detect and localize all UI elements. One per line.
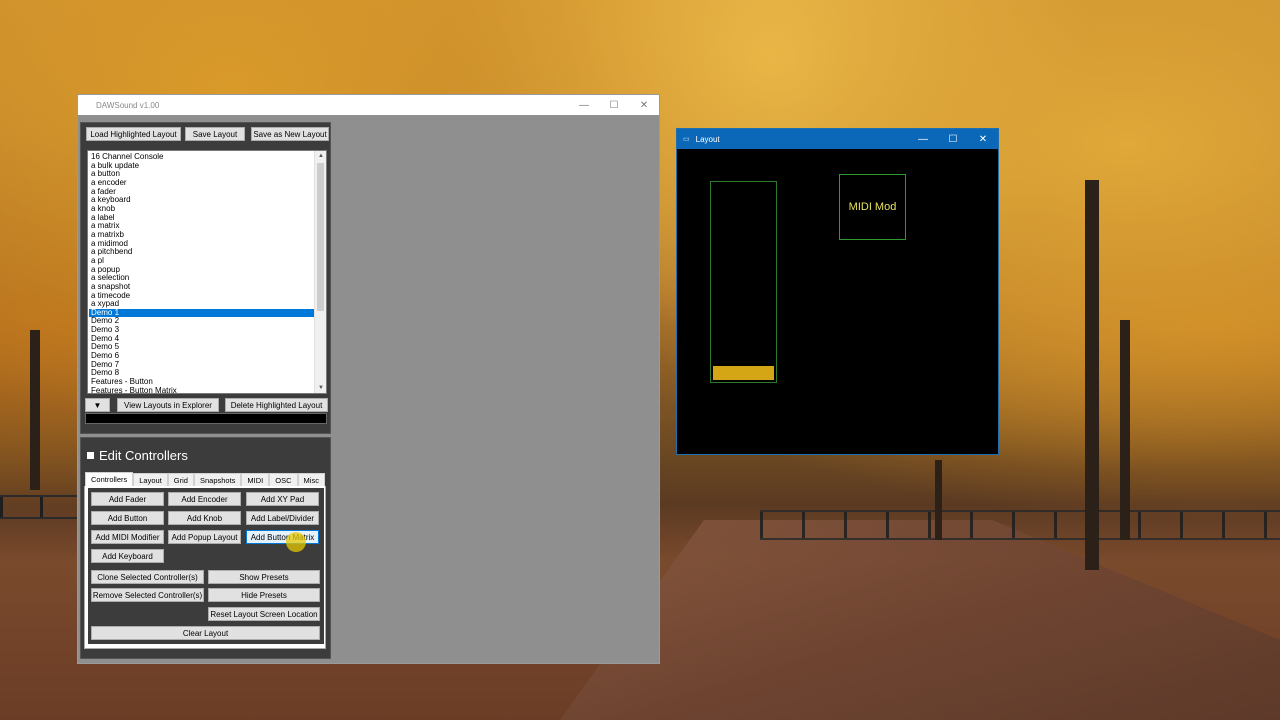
list-item[interactable]: Demo 1 (89, 308, 315, 318)
list-item[interactable]: Demo 4 (89, 334, 315, 344)
close-button[interactable]: ✕ (629, 95, 659, 115)
list-item[interactable]: Demo 3 (89, 325, 315, 335)
add-keyboard-button[interactable]: Add Keyboard (91, 549, 164, 563)
list-item[interactable]: a bulk update (89, 161, 315, 171)
clear-layout-button[interactable]: Clear Layout (91, 626, 320, 640)
tab-misc[interactable]: Misc (297, 473, 325, 486)
edit-controllers-title: Edit Controllers (99, 448, 188, 463)
scroll-up-arrow-icon[interactable]: ▲ (315, 151, 326, 161)
add-encoder-button[interactable]: Add Encoder (168, 492, 241, 506)
list-item[interactable]: a keyboard (89, 196, 315, 205)
add-label-button[interactable]: Add Label/Divider (246, 511, 319, 525)
window-title: DAWSound v1.00 (96, 100, 160, 110)
delete-layout-button[interactable]: Delete Highlighted Layout (225, 398, 328, 412)
list-item[interactable]: Demo 2 (89, 317, 315, 326)
tree-trunk (30, 330, 40, 490)
layout-minimize-button[interactable]: — (908, 129, 938, 149)
list-item[interactable]: Demo 6 (89, 351, 315, 361)
list-item[interactable]: a xypad (89, 299, 315, 309)
list-item[interactable]: a timecode (89, 291, 315, 301)
list-item[interactable]: Demo 5 (89, 343, 315, 352)
scrollbar-thumb[interactable] (317, 163, 324, 311)
edit-tabs: Controllers Layout Grid Snapshots MIDI O… (85, 472, 325, 486)
listbox-scrollbar[interactable]: ▲ ▼ (314, 151, 326, 393)
add-button-button[interactable]: Add Button (91, 511, 164, 525)
view-explorer-button[interactable]: View Layouts in Explorer (117, 398, 219, 412)
tab-midi[interactable]: MIDI (241, 473, 270, 486)
park-fence-left (0, 495, 80, 519)
status-bar (85, 413, 327, 424)
list-item[interactable]: a pl (89, 256, 315, 266)
tab-layout[interactable]: Layout (133, 473, 168, 486)
add-fader-button[interactable]: Add Fader (91, 492, 164, 506)
edit-controllers-panel: Edit Controllers Controllers Layout Grid… (80, 437, 331, 659)
list-item[interactable]: Demo 7 (89, 360, 315, 370)
save-layout-button[interactable]: Save Layout (185, 127, 245, 141)
layout-close-button[interactable]: ✕ (968, 129, 998, 149)
mouse-cursor-highlight (286, 532, 306, 552)
midi-mod-control[interactable]: MIDI Mod (839, 174, 906, 240)
add-xy-pad-button[interactable]: Add XY Pad (246, 492, 319, 506)
tree-trunk (935, 460, 942, 540)
controllers-tab-body: Add Fader Add Encoder Add XY Pad Add But… (84, 486, 326, 649)
tab-osc[interactable]: OSC (269, 473, 298, 486)
clone-selected-button[interactable]: Clone Selected Controller(s) (91, 570, 204, 584)
show-presets-button[interactable]: Show Presets (208, 570, 320, 584)
tab-snapshots[interactable]: Snapshots (193, 473, 242, 486)
list-item[interactable]: a label (89, 213, 315, 223)
dawsound-window: DAWSound v1.00 — ☐ ✕ Load Highlighted La… (77, 94, 660, 664)
tab-grid[interactable]: Grid (167, 473, 194, 486)
tree-trunk (1120, 320, 1130, 540)
scroll-down-arrow-icon[interactable]: ▼ (315, 383, 326, 393)
layouts-panel: Load Highlighted Layout Save Layout Save… (80, 122, 331, 434)
add-midi-modifier-button[interactable]: Add MIDI Modifier (91, 530, 164, 544)
midi-mod-label: MIDI Mod (848, 201, 897, 213)
maximize-button[interactable]: ☐ (599, 95, 629, 115)
add-knob-button[interactable]: Add Knob (168, 511, 241, 525)
edit-controllers-heading: Edit Controllers (87, 448, 188, 463)
square-icon (87, 452, 94, 459)
save-new-layout-button[interactable]: Save as New Layout (251, 127, 329, 141)
remove-selected-button[interactable]: Remove Selected Controller(s) (91, 588, 204, 602)
fader-level-fill (713, 366, 774, 380)
park-path (560, 520, 1280, 720)
add-button-matrix-button[interactable]: Add Button Matrix (246, 530, 319, 544)
layout-titlebar[interactable]: ▭ Layout — ☐ ✕ (677, 129, 998, 149)
minimize-button[interactable]: — (569, 95, 599, 115)
dropdown-toggle-button[interactable]: ▼ (85, 398, 110, 412)
layout-window-title: Layout (695, 134, 720, 144)
list-item[interactable]: Features - Button Matrix (89, 386, 315, 393)
list-item[interactable]: a knob (89, 204, 315, 214)
list-item[interactable]: a pitchbend (89, 248, 315, 257)
dawsound-titlebar[interactable]: DAWSound v1.00 — ☐ ✕ (78, 95, 659, 115)
add-popup-layout-button[interactable]: Add Popup Layout (168, 530, 241, 544)
controllers-button-area: Add Fader Add Encoder Add XY Pad Add But… (88, 488, 324, 644)
load-layout-button[interactable]: Load Highlighted Layout (86, 127, 181, 141)
reset-location-button[interactable]: Reset Layout Screen Location (208, 607, 320, 621)
list-item[interactable]: a encoder (89, 178, 315, 188)
tree-trunk (1085, 180, 1099, 570)
hide-presets-button[interactable]: Hide Presets (208, 588, 320, 602)
tab-controllers[interactable]: Controllers (85, 472, 134, 486)
layout-window: ▭ Layout — ☐ ✕ MIDI Mod (676, 128, 999, 455)
layouts-list: 16 Channel Console a bulk update a button a… (89, 152, 315, 393)
app-icon: ▭ (683, 136, 690, 143)
fader-control[interactable] (710, 181, 777, 383)
park-fence (760, 510, 1280, 540)
layouts-listbox[interactable]: 16 Channel Console a bulk update a button a… (87, 150, 327, 394)
layout-maximize-button[interactable]: ☐ (938, 129, 968, 149)
